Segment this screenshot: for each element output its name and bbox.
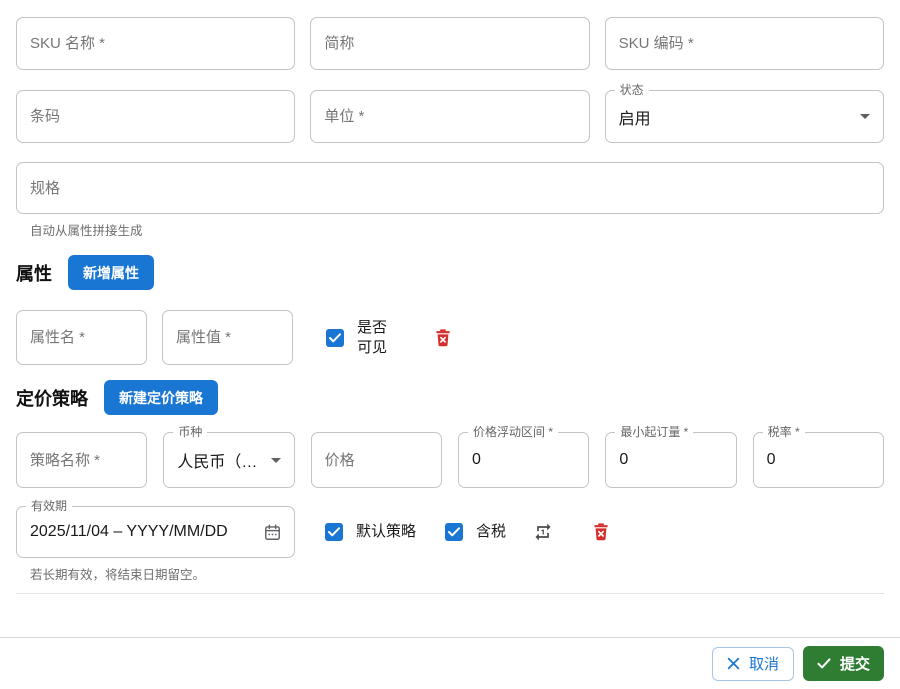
caret-down-icon xyxy=(271,458,281,463)
check-icon xyxy=(328,527,340,537)
cancel-button-label: 取消 xyxy=(749,653,779,674)
price-input[interactable] xyxy=(325,452,428,469)
spec-row xyxy=(16,162,884,214)
validity-row: 有效期 2025/11/04 – YYYY/MM/DD xyxy=(16,506,884,558)
submit-button[interactable]: 提交 xyxy=(803,646,884,681)
sku-name-field xyxy=(16,17,295,70)
attribute-delete-button[interactable] xyxy=(436,329,450,347)
attribute-row: 是否可见 xyxy=(16,310,884,365)
strategy-name-field xyxy=(16,432,147,488)
pricing-section-header: 定价策略 新建定价策略 xyxy=(16,380,884,415)
min-order-qty-field: 最小起订量 * xyxy=(605,432,736,488)
default-strategy-label: 默认策略 xyxy=(356,522,416,542)
basic-row-1 xyxy=(16,17,884,70)
tax-rate-input[interactable] xyxy=(767,451,870,469)
attributes-section-header: 属性 新增属性 xyxy=(16,255,884,290)
trash-icon xyxy=(436,329,450,347)
repeat-once-button[interactable] xyxy=(533,522,553,542)
cancel-button[interactable]: 取消 xyxy=(712,647,794,681)
unit-field xyxy=(310,90,589,143)
spec-input[interactable] xyxy=(30,180,870,197)
price-float-range-input[interactable] xyxy=(472,451,575,469)
currency-value: 人民币（… xyxy=(177,448,264,472)
barcode-field xyxy=(16,90,295,143)
currency-select[interactable]: 币种 人民币（… xyxy=(163,432,294,488)
tax-rate-field: 税率 * xyxy=(753,432,884,488)
calendar-icon[interactable] xyxy=(263,523,282,542)
caret-down-icon xyxy=(860,114,870,119)
spec-field xyxy=(16,162,884,214)
strategy-delete-button[interactable] xyxy=(594,523,608,541)
attribute-name-field xyxy=(16,310,147,365)
repeat-1-icon xyxy=(533,522,553,542)
status-label: 状态 xyxy=(615,83,649,98)
submit-button-label: 提交 xyxy=(840,653,870,674)
default-strategy-checkbox[interactable] xyxy=(325,523,343,541)
add-pricing-strategy-button[interactable]: 新建定价策略 xyxy=(104,380,218,415)
visible-checkbox-group: 是否可见 xyxy=(326,318,389,358)
basic-row-2: 状态 启用 xyxy=(16,90,884,143)
price-float-range-label: 价格浮动区间 * xyxy=(468,425,558,440)
unit-input[interactable] xyxy=(324,108,575,125)
strategy-name-input[interactable] xyxy=(30,452,133,469)
barcode-input[interactable] xyxy=(30,108,281,125)
attribute-value-field xyxy=(162,310,293,365)
short-name-field xyxy=(310,17,589,70)
tax-included-checkbox[interactable] xyxy=(445,523,463,541)
status-value: 启用 xyxy=(619,105,854,129)
sku-code-field xyxy=(605,17,884,70)
currency-label: 币种 xyxy=(173,425,207,440)
sku-code-input[interactable] xyxy=(619,35,870,52)
default-strategy-checkbox-group: 默认策略 xyxy=(325,522,416,542)
validity-helper-text: 若长期有效，将结束日期留空。 xyxy=(30,564,884,583)
price-field xyxy=(311,432,442,488)
tax-included-checkbox-group: 含税 xyxy=(445,522,506,542)
check-icon xyxy=(817,658,831,669)
form-footer: 取消 提交 xyxy=(0,637,900,689)
validity-range-value: 2025/11/04 – YYYY/MM/DD xyxy=(30,523,263,541)
validity-label: 有效期 xyxy=(26,499,72,514)
x-icon xyxy=(727,657,740,670)
attribute-value-input[interactable] xyxy=(176,329,279,346)
section-divider xyxy=(16,593,884,594)
validity-range-field[interactable]: 有效期 2025/11/04 – YYYY/MM/DD xyxy=(16,506,295,558)
visible-checkbox-label: 是否可见 xyxy=(357,318,389,358)
pricing-row: 币种 人民币（… 价格浮动区间 * 最小起订量 * 税率 * xyxy=(16,432,884,488)
min-order-qty-input[interactable] xyxy=(619,451,722,469)
status-select[interactable]: 状态 启用 xyxy=(605,90,884,143)
min-order-qty-label: 最小起订量 * xyxy=(615,425,693,440)
pricing-section-title: 定价策略 xyxy=(16,385,88,411)
sku-name-input[interactable] xyxy=(30,35,281,52)
sku-edit-form: 状态 启用 自动从属性拼接生成 属性 新增属性 xyxy=(0,0,900,689)
check-icon xyxy=(329,333,341,343)
add-attribute-button[interactable]: 新增属性 xyxy=(68,255,154,290)
price-float-range-field: 价格浮动区间 * xyxy=(458,432,589,488)
spec-helper-text: 自动从属性拼接生成 xyxy=(30,220,884,239)
tax-included-label: 含税 xyxy=(476,522,506,542)
trash-icon xyxy=(594,523,608,541)
short-name-input[interactable] xyxy=(324,35,575,52)
form-content: 状态 启用 自动从属性拼接生成 属性 新增属性 xyxy=(0,0,900,594)
attributes-section-title: 属性 xyxy=(16,260,52,286)
visible-checkbox[interactable] xyxy=(326,329,344,347)
attribute-name-input[interactable] xyxy=(30,329,133,346)
tax-rate-label: 税率 * xyxy=(763,425,805,440)
check-icon xyxy=(448,527,460,537)
